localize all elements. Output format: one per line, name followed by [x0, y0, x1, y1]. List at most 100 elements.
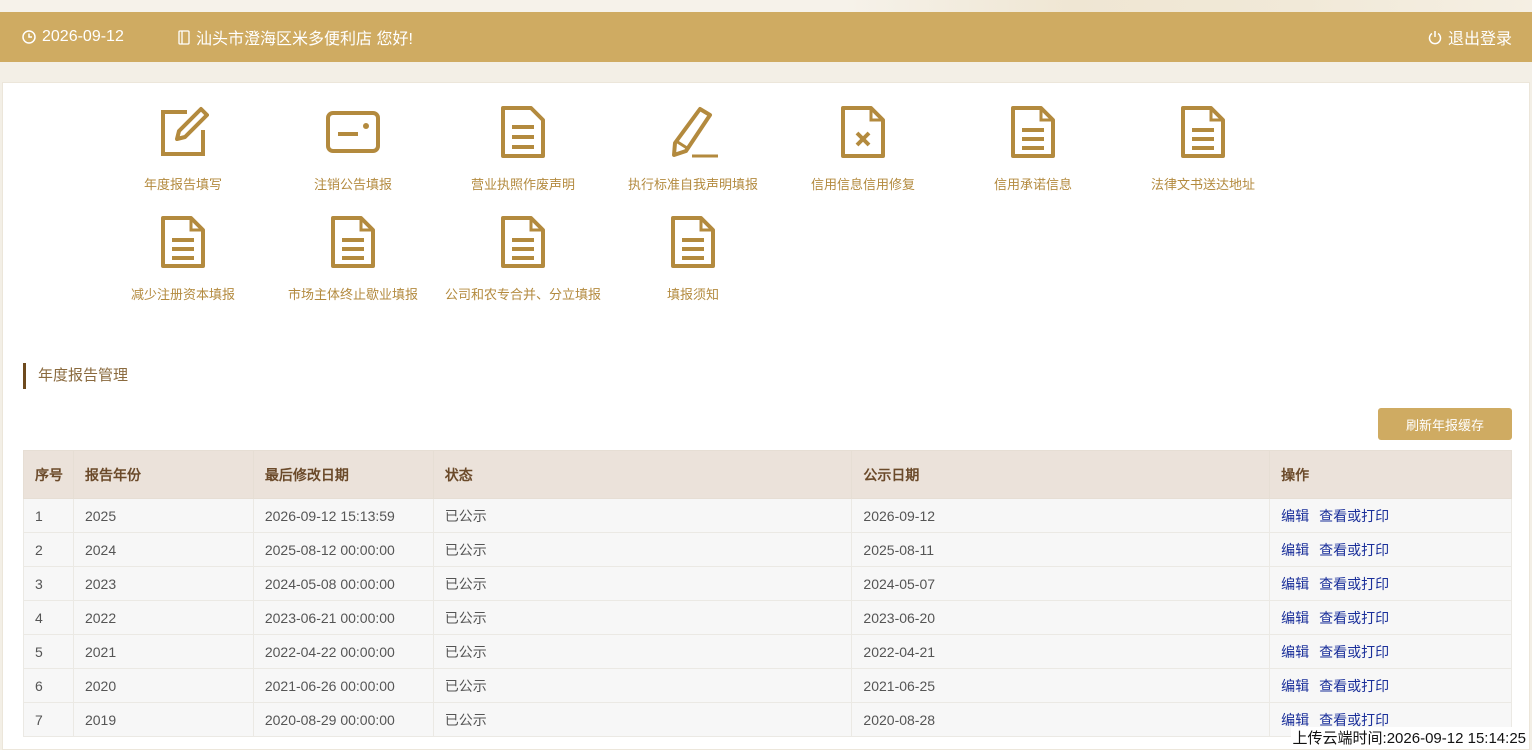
cell-publish: 2023-06-20: [851, 600, 1271, 635]
view-print-link[interactable]: 查看或打印: [1319, 644, 1389, 660]
cell-actions: 编辑 查看或打印: [1269, 566, 1512, 601]
tile-filing-notice[interactable]: 填报须知: [608, 193, 778, 303]
edit-link[interactable]: 编辑: [1281, 542, 1309, 558]
edit-link[interactable]: 编辑: [1281, 508, 1309, 524]
edit-link[interactable]: 编辑: [1281, 644, 1309, 660]
tile-merge-split[interactable]: 公司和农专合并、分立填报: [438, 193, 608, 303]
tile-label: 法律文书送达地址: [1150, 177, 1255, 192]
tile-annual-report[interactable]: 年度报告填写: [98, 83, 268, 193]
tile-label: 填报须知: [666, 287, 719, 302]
column-header-actions: 操作: [1269, 450, 1512, 499]
cell-status: 已公示: [432, 634, 853, 669]
view-print-link[interactable]: 查看或打印: [1319, 678, 1389, 694]
document-icon: [1181, 106, 1225, 158]
edit-link[interactable]: 编辑: [1281, 610, 1309, 626]
cell-actions: 编辑 查看或打印: [1269, 498, 1512, 533]
tile-reduce-capital[interactable]: 减少注册资本填报: [98, 193, 268, 303]
column-header-no: 序号: [23, 450, 74, 499]
cell-publish: 2026-09-12: [851, 498, 1271, 533]
table-row: 7 2019 2020-08-29 00:00:00 已公示 2020-08-2…: [23, 702, 1512, 737]
cell-status: 已公示: [432, 532, 853, 567]
cell-actions: 编辑 查看或打印: [1269, 600, 1512, 635]
tile-label: 注销公告填报: [313, 177, 392, 192]
column-header-publish: 公示日期: [851, 450, 1271, 499]
document-icon: [501, 216, 545, 268]
table-row: 5 2021 2022-04-22 00:00:00 已公示 2022-04-2…: [23, 634, 1512, 669]
cell-no: 6: [23, 668, 74, 703]
document-icon: [501, 106, 545, 158]
document-icon: [1011, 106, 1055, 158]
cell-modified: 2023-06-21 00:00:00: [252, 600, 434, 635]
cell-status: 已公示: [432, 566, 853, 601]
cell-no: 3: [23, 566, 74, 601]
tile-standard-declaration[interactable]: 执行标准自我声明填报: [608, 83, 778, 193]
pencil-icon: [672, 107, 718, 158]
cell-status: 已公示: [432, 702, 853, 737]
tile-license-void[interactable]: 营业执照作废声明: [438, 83, 608, 193]
view-print-link[interactable]: 查看或打印: [1319, 576, 1389, 592]
table-row: 3 2023 2024-05-08 00:00:00 已公示 2024-05-0…: [23, 566, 1512, 601]
edit-link[interactable]: 编辑: [1281, 712, 1309, 728]
tile-label: 公司和农专合并、分立填报: [444, 287, 601, 302]
tile-label: 营业执照作废声明: [470, 177, 575, 192]
tile-legal-address[interactable]: 法律文书送达地址: [1118, 83, 1288, 193]
edit-link[interactable]: 编辑: [1281, 678, 1309, 694]
cell-year: 2020: [72, 668, 254, 703]
card-icon: [326, 111, 380, 153]
logout-label: 退出登录: [1447, 31, 1512, 48]
view-print-link[interactable]: 查看或打印: [1319, 542, 1389, 558]
cell-publish: 2020-08-28: [851, 702, 1271, 737]
cell-actions: 编辑 查看或打印: [1269, 532, 1512, 567]
tile-market-termination[interactable]: 市场主体终止歇业填报: [268, 193, 438, 303]
tile-label: 年度报告填写: [143, 177, 222, 192]
table-row: 4 2022 2023-06-21 00:00:00 已公示 2023-06-2…: [23, 600, 1512, 635]
edit-link[interactable]: 编辑: [1281, 576, 1309, 592]
main-panel: 年度报告填写 注销公告填报 营业执照作废声明 执行标准自我声明填报 信用信息信用…: [2, 82, 1530, 750]
section-title: 年度报告管理: [23, 363, 128, 389]
header-greeting: 汕头市澄海区米多便利店 您好!: [178, 12, 413, 62]
cell-no: 1: [23, 498, 74, 533]
document-x-icon: [841, 106, 885, 158]
tile-credit-repair[interactable]: 信用信息信用修复: [778, 83, 948, 193]
cell-year: 2024: [72, 532, 254, 567]
cell-no: 4: [23, 600, 74, 635]
cell-publish: 2021-06-25: [851, 668, 1271, 703]
column-header-status: 状态: [432, 450, 853, 499]
cell-year: 2022: [72, 600, 254, 635]
phone-icon: [178, 29, 190, 45]
top-decor-strip: [0, 0, 1532, 12]
cell-status: 已公示: [432, 600, 853, 635]
cell-modified: 2022-04-22 00:00:00: [252, 634, 434, 669]
view-print-link[interactable]: 查看或打印: [1319, 508, 1389, 524]
tile-label: 执行标准自我声明填报: [627, 177, 758, 192]
view-print-link[interactable]: 查看或打印: [1319, 610, 1389, 626]
tile-label: 市场主体终止歇业填报: [287, 287, 418, 302]
cell-no: 7: [23, 702, 74, 737]
cell-modified: 2025-08-12 00:00:00: [252, 532, 434, 567]
cell-year: 2021: [72, 634, 254, 669]
cell-no: 5: [23, 634, 74, 669]
refresh-cache-button[interactable]: 刷新年报缓存: [1378, 408, 1512, 440]
cell-modified: 2026-09-12 15:13:59: [252, 498, 434, 533]
annual-report-table: 序号 报告年份 最后修改日期 状态 公示日期 操作 1 2025 2026-09…: [23, 450, 1512, 737]
cell-status: 已公示: [432, 668, 853, 703]
document-icon: [671, 216, 715, 268]
header-date-text: 2026-09-12: [42, 28, 124, 45]
header-bar: 2026-09-12 汕头市澄海区米多便利店 您好! 退出登录: [0, 12, 1532, 62]
cell-year: 2025: [72, 498, 254, 533]
table-row: 2 2024 2025-08-12 00:00:00 已公示 2025-08-1…: [23, 532, 1512, 567]
column-header-modified: 最后修改日期: [252, 450, 434, 499]
header-date: 2026-09-12: [22, 12, 124, 62]
tile-label: 信用承诺信息: [993, 177, 1072, 192]
clock-icon: [22, 30, 36, 44]
cell-year: 2023: [72, 566, 254, 601]
tile-credit-commitment[interactable]: 信用承诺信息: [948, 83, 1118, 193]
document-icon: [161, 216, 205, 268]
logout-button[interactable]: 退出登录: [1428, 12, 1512, 62]
cell-year: 2019: [72, 702, 254, 737]
tile-label: 减少注册资本填报: [130, 287, 235, 302]
tile-cancel-notice[interactable]: 注销公告填报: [268, 83, 438, 193]
edit-icon: [161, 107, 209, 156]
view-print-link[interactable]: 查看或打印: [1319, 712, 1389, 728]
cell-status: 已公示: [432, 498, 853, 533]
